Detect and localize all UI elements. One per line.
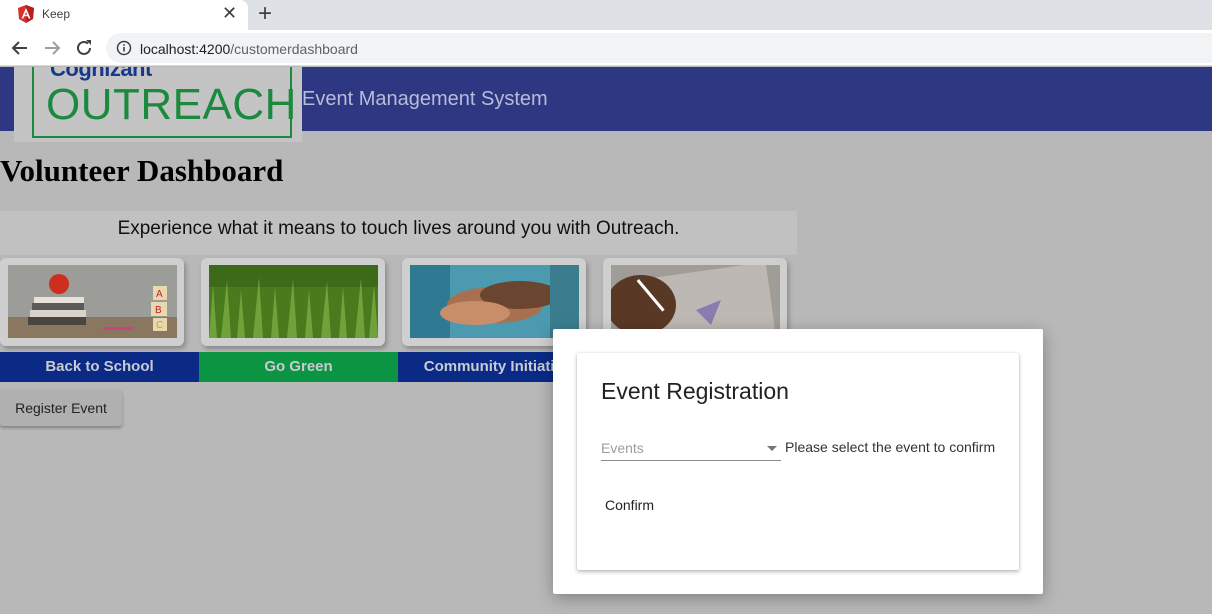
category-card-go-green[interactable] xyxy=(201,258,385,346)
category-back-to-school[interactable]: Back to School xyxy=(0,352,199,382)
logo-frame: Cognizant OUTREACH xyxy=(32,67,296,138)
dialog-title: Event Registration xyxy=(601,378,789,404)
url-text: localhost:4200/customerdashboard xyxy=(140,41,358,57)
dropdown-arrow-icon xyxy=(767,446,777,451)
banner-text: Experience what it means to touch lives … xyxy=(117,218,680,239)
hands-image xyxy=(410,265,579,338)
category-go-green[interactable]: Go Green xyxy=(199,352,398,382)
dialog-card: Event Registration Events Please select … xyxy=(577,353,1019,570)
events-select[interactable]: Events xyxy=(601,437,781,461)
plus-icon[interactable]: + xyxy=(258,1,272,27)
url-host: localhost:4200 xyxy=(140,41,231,57)
browser-tab-strip: Keep ✕ + xyxy=(0,0,1212,30)
close-icon[interactable]: ✕ xyxy=(222,3,237,23)
register-event-button[interactable]: Register Event xyxy=(0,390,122,426)
books-apple-image: A B C xyxy=(8,265,177,338)
grass-image xyxy=(209,265,378,338)
svg-text:B: B xyxy=(155,305,162,316)
info-icon[interactable] xyxy=(116,40,132,56)
tab-title: Keep xyxy=(42,7,71,21)
page-title: Volunteer Dashboard xyxy=(0,153,284,188)
app-title: Event Management System xyxy=(302,88,548,110)
url-path: /customerdashboard xyxy=(230,41,358,57)
reload-icon[interactable] xyxy=(73,37,95,59)
forward-arrow-icon[interactable] xyxy=(41,37,63,59)
svg-text:C: C xyxy=(156,320,163,331)
category-card-back-to-school[interactable]: A B C xyxy=(0,258,184,346)
confirm-button[interactable]: Confirm xyxy=(601,490,657,520)
address-bar[interactable]: localhost:4200/customerdashboard xyxy=(106,33,1212,63)
svg-text:A: A xyxy=(156,289,163,300)
drawing-image xyxy=(611,265,780,338)
browser-toolbar: localhost:4200/customerdashboard xyxy=(0,30,1212,66)
select-hint: Please select the event to confirm xyxy=(785,439,996,455)
event-registration-dialog: Event Registration Events Please select … xyxy=(553,329,1043,594)
browser-tab[interactable]: Keep ✕ xyxy=(0,0,248,30)
back-arrow-icon[interactable] xyxy=(9,37,31,59)
logo-main-text: OUTREACH xyxy=(46,80,297,129)
events-select-placeholder: Events xyxy=(601,440,644,456)
welcome-banner: Experience what it means to touch lives … xyxy=(0,211,797,255)
angular-favicon-icon xyxy=(18,5,34,23)
outreach-logo[interactable]: Cognizant OUTREACH xyxy=(14,67,302,142)
